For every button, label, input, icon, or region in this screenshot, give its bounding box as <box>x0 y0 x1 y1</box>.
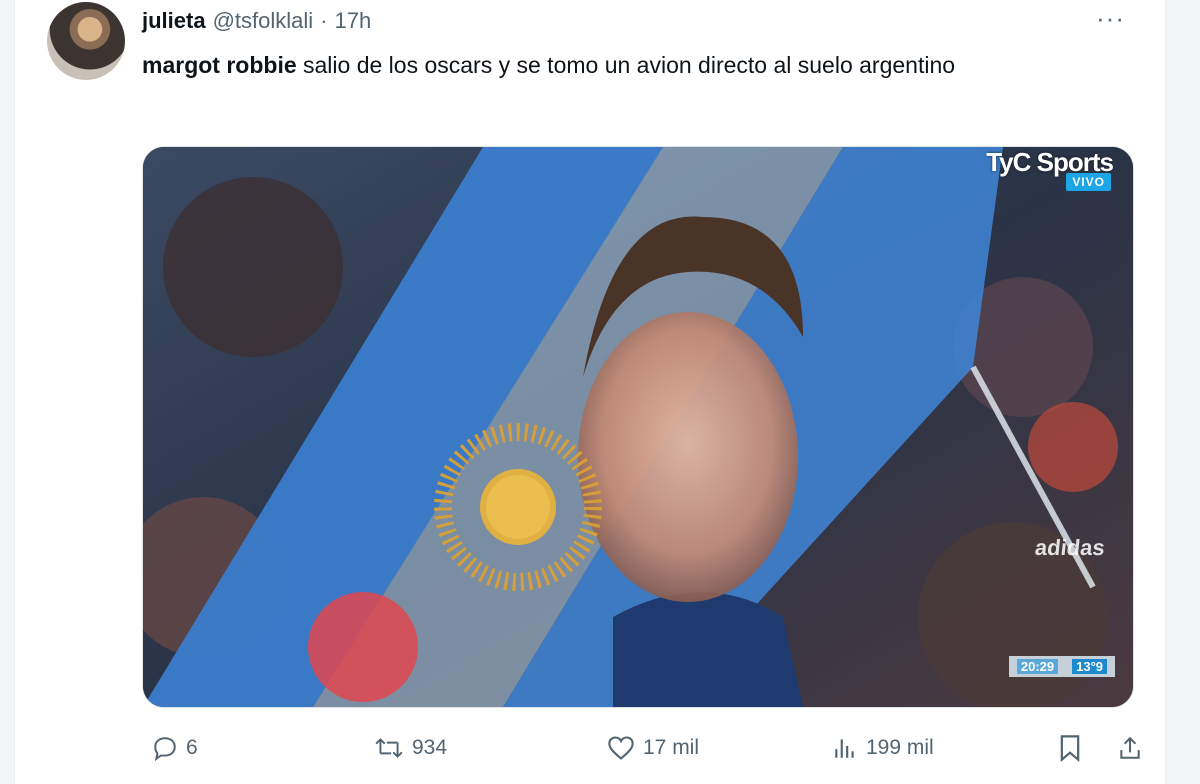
display-name[interactable]: julieta <box>142 8 206 34</box>
tweet-header: julieta @tsfolklali · 17h <box>142 6 371 36</box>
like-button[interactable]: 17 mil <box>607 728 699 768</box>
reply-button[interactable]: 6 <box>152 728 198 768</box>
bookmark-icon <box>1060 735 1080 762</box>
views-count: 199 mil <box>866 736 934 759</box>
tweet-actions: 6 934 17 mil 199 mil <box>142 728 1152 768</box>
sponsor-watermark: adidas <box>1034 535 1107 560</box>
live-badge: VIVO <box>1066 173 1111 191</box>
share-icon <box>1120 736 1140 759</box>
like-count: 17 mil <box>643 736 700 759</box>
tweet-card[interactable]: julieta @tsfolklali · 17h ··· margot rob… <box>14 0 1166 784</box>
analytics-icon <box>835 739 854 758</box>
reply-count: 6 <box>186 736 198 759</box>
views-button[interactable]: 199 mil <box>832 728 934 768</box>
tweet-media-image[interactable]: TyC Sports VIVO adidas 20:29 13°9 <box>142 146 1134 708</box>
reply-icon <box>154 737 176 761</box>
user-handle[interactable]: @tsfolklali <box>213 8 314 34</box>
separator-dot: · <box>320 8 328 33</box>
timestamp[interactable]: 17h <box>335 8 372 34</box>
tweet-text-bold: margot robbie <box>142 52 297 78</box>
tweet-text-body: salio de los oscars y se tomo un avion d… <box>296 52 956 78</box>
broadcast-frame-illustration <box>143 147 1133 707</box>
retweet-count: 934 <box>412 736 448 759</box>
bookmark-button[interactable] <box>1058 728 1082 768</box>
tweet-text: margot robbie salio de los oscars y se t… <box>142 46 1102 84</box>
clock-temperature: 13°9 <box>1072 659 1107 674</box>
share-button[interactable] <box>1117 728 1143 768</box>
retweet-button[interactable]: 934 <box>374 728 447 768</box>
clock-time: 20:29 <box>1016 659 1059 674</box>
heart-icon <box>608 736 634 760</box>
retweet-icon <box>375 738 403 758</box>
score-clock: 20:29 13°9 <box>1008 656 1115 677</box>
more-options-icon[interactable]: ··· <box>1096 5 1125 31</box>
avatar[interactable] <box>47 2 125 80</box>
